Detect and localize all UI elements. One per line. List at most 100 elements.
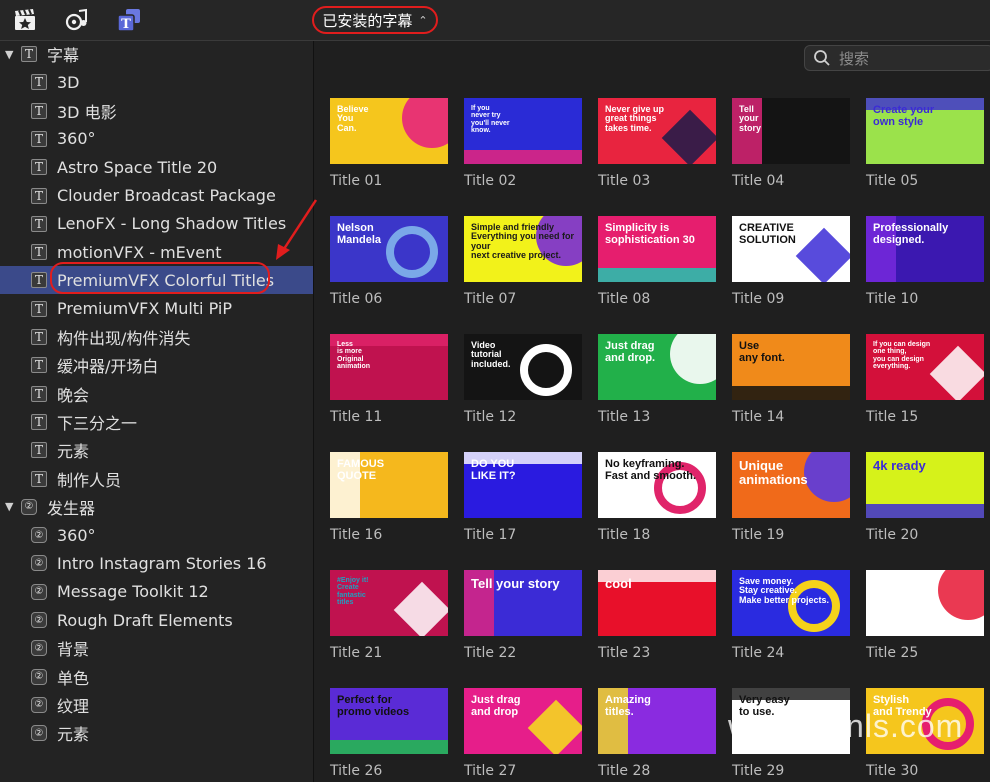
title-icon: T xyxy=(31,187,47,204)
title-thumbnail[interactable]: Nelson Mandela xyxy=(330,216,448,282)
title-thumbnail[interactable]: Simple and friendly Everything you need … xyxy=(464,216,582,282)
disclosure-triangle-icon[interactable]: ▼ xyxy=(5,500,19,513)
sidebar-item-label: motionVFX - mEvent xyxy=(57,242,222,262)
title-thumbnail[interactable]: Tell your story xyxy=(464,570,582,636)
generator-icon: ② xyxy=(31,612,47,628)
title-card[interactable]: #Enjoy it! Create fantastic titles Title … xyxy=(330,570,450,661)
generator-item[interactable]: ② Message Toolkit 12 xyxy=(0,578,313,606)
title-item[interactable]: T Astro Space Title 20 xyxy=(0,153,313,181)
title-card[interactable]: DO YOU LIKE IT? Title 17 xyxy=(464,452,584,543)
title-thumbnail[interactable]: Video tutorial included. xyxy=(464,334,582,400)
title-thumbnail[interactable]: High quality responsive template xyxy=(866,570,984,636)
title-card[interactable]: Unique animations Title 19 xyxy=(732,452,852,543)
generator-item[interactable]: ② 单色 xyxy=(0,663,313,691)
title-card[interactable]: Simplicity is sophistication 30 Title 08 xyxy=(598,216,718,307)
title-item[interactable]: TmotionVFX - mEvent xyxy=(0,238,313,266)
title-thumbnail[interactable]: Perfect for promo videos xyxy=(330,688,448,754)
sidebar-item-label: 构件出现/构件消失 xyxy=(57,329,191,348)
title-card[interactable]: Create your own style Title 05 xyxy=(866,98,986,189)
thumbnail-text: FAMOUS QUOTE xyxy=(337,458,385,482)
title-card[interactable]: Simple and friendly Everything you need … xyxy=(464,216,584,307)
title-thumbnail[interactable]: CREATIVE SOLUTION xyxy=(732,216,850,282)
title-thumbnail[interactable]: Less is more Original animation xyxy=(330,334,448,400)
titles-generators-icon[interactable]: T xyxy=(116,7,142,33)
title-item[interactable]: T 下三分之一 xyxy=(0,408,313,436)
title-caption: Title 18 xyxy=(598,527,651,543)
title-thumbnail[interactable]: Professionally designed. xyxy=(866,216,984,282)
title-card[interactable]: Just drag and drop Title 27 xyxy=(464,688,584,779)
title-item[interactable]: T PremiumVFX Multi PiP xyxy=(0,295,313,323)
title-item[interactable]: T 3D 电影 xyxy=(0,97,313,125)
title-card[interactable]: Tell your story Title 22 xyxy=(464,570,584,661)
title-item[interactable]: T 晚会 xyxy=(0,380,313,408)
title-item[interactable]: T PremiumVFX Colorful Titles xyxy=(0,266,313,295)
title-item[interactable]: T 缓冲器/开场白 xyxy=(0,351,313,379)
sidebar-item-label: Message Toolkit 12 xyxy=(57,582,209,602)
title-item[interactable]: T 元素 xyxy=(0,436,313,464)
title-thumbnail[interactable]: #Enjoy it! Create fantastic titles xyxy=(330,570,448,636)
title-item[interactable]: T 360° xyxy=(0,125,313,153)
title-thumbnail[interactable]: Save money. Stay creative. Make better p… xyxy=(732,570,850,636)
title-card[interactable]: Just drag and drop. Title 13 xyxy=(598,334,718,425)
title-thumbnail[interactable]: Create your own style xyxy=(866,98,984,164)
category-titles[interactable]: ▼ T 字幕 xyxy=(0,40,313,68)
title-item[interactable]: T 3D xyxy=(0,68,313,96)
clapper-star-icon[interactable] xyxy=(12,7,38,33)
title-thumbnail[interactable]: Just drag and drop. xyxy=(598,334,716,400)
title-thumbnail[interactable]: Tell your story xyxy=(732,98,850,164)
title-thumbnail[interactable]: 4k ready xyxy=(866,452,984,518)
title-card[interactable]: FAMOUS QUOTE Title 16 xyxy=(330,452,450,543)
title-thumbnail[interactable]: Amazing titles. xyxy=(598,688,716,754)
title-thumbnail[interactable]: If you never try you'll never know. xyxy=(464,98,582,164)
title-card[interactable]: CREATIVE SOLUTION Title 09 xyxy=(732,216,852,307)
generator-item[interactable]: ② 元素 xyxy=(0,719,313,747)
generator-item[interactable]: ② Intro Instagram Stories 16 xyxy=(0,549,313,577)
title-card[interactable]: 4k ready Title 20 xyxy=(866,452,986,543)
title-card[interactable]: High quality responsive template Title 25 xyxy=(866,570,986,661)
title-thumbnail[interactable]: Use any font. xyxy=(732,334,850,400)
title-card[interactable]: No keyframing. Fast and smooth. Title 18 xyxy=(598,452,718,543)
title-item[interactable]: T 构件出现/构件消失 xyxy=(0,323,313,351)
generator-item[interactable]: ② 360° xyxy=(0,521,313,549)
thumbnail-text: CREATIVE SOLUTION xyxy=(739,222,796,246)
search-icon xyxy=(814,50,830,66)
title-card[interactable]: Use any font. Title 14 xyxy=(732,334,852,425)
title-card[interactable]: If you can design one thing, you can des… xyxy=(866,334,986,425)
title-thumbnail[interactable]: Believe You Can. xyxy=(330,98,448,164)
category-generators[interactable]: ▼ ② 发生器 xyxy=(0,493,313,521)
title-card[interactable]: cool Title 23 xyxy=(598,570,718,661)
title-card[interactable]: Video tutorial included. Title 12 xyxy=(464,334,584,425)
title-card[interactable]: Less is more Original animation Title 11 xyxy=(330,334,450,425)
title-card[interactable]: Tell your story Title 04 xyxy=(732,98,852,189)
title-thumbnail[interactable]: Just drag and drop xyxy=(464,688,582,754)
title-card[interactable]: Amazing titles. Title 28 xyxy=(598,688,718,779)
title-card[interactable]: If you never try you'll never know. Title… xyxy=(464,98,584,189)
title-card[interactable]: Save money. Stay creative. Make better p… xyxy=(732,570,852,661)
title-card[interactable]: Believe You Can. Title 01 xyxy=(330,98,450,189)
title-thumbnail[interactable]: DO YOU LIKE IT? xyxy=(464,452,582,518)
title-card[interactable]: Nelson Mandela Title 06 xyxy=(330,216,450,307)
installed-titles-dropdown[interactable]: 已安装的字幕 ⌃ xyxy=(312,6,438,34)
title-thumbnail[interactable]: Simplicity is sophistication 30 xyxy=(598,216,716,282)
sidebar-item-label: 背景 xyxy=(57,640,90,660)
disclosure-triangle-icon[interactable]: ▼ xyxy=(5,48,19,61)
generator-item[interactable]: ② 背景 xyxy=(0,634,313,662)
title-card[interactable]: Perfect for promo videos Title 26 xyxy=(330,688,450,779)
title-thumbnail[interactable]: FAMOUS QUOTE xyxy=(330,452,448,518)
title-card[interactable]: Never give up great things takes time. Ti… xyxy=(598,98,718,189)
title-card[interactable]: Professionally designed. Title 10 xyxy=(866,216,986,307)
title-item[interactable]: T LenoFX - Long Shadow Titles xyxy=(0,210,313,238)
title-thumbnail[interactable]: If you can design one thing, you can des… xyxy=(866,334,984,400)
generator-item[interactable]: ② 纹理 xyxy=(0,691,313,719)
title-thumbnail[interactable]: No keyframing. Fast and smooth. xyxy=(598,452,716,518)
title-thumbnail[interactable]: Never give up great things takes time. xyxy=(598,98,716,164)
title-caption: Title 10 xyxy=(866,291,919,307)
title-thumbnail[interactable]: Unique animations xyxy=(732,452,850,518)
generator-item[interactable]: ② Rough Draft Elements xyxy=(0,606,313,634)
title-item[interactable]: T Clouder Broadcast Package xyxy=(0,182,313,210)
search-field[interactable]: 搜索 xyxy=(804,45,990,71)
title-item[interactable]: T 制作人员 xyxy=(0,465,313,493)
thumbnail-text: If you can design one thing, you can des… xyxy=(873,341,931,371)
music-photo-icon[interactable] xyxy=(64,7,90,33)
title-thumbnail[interactable]: cool xyxy=(598,570,716,636)
